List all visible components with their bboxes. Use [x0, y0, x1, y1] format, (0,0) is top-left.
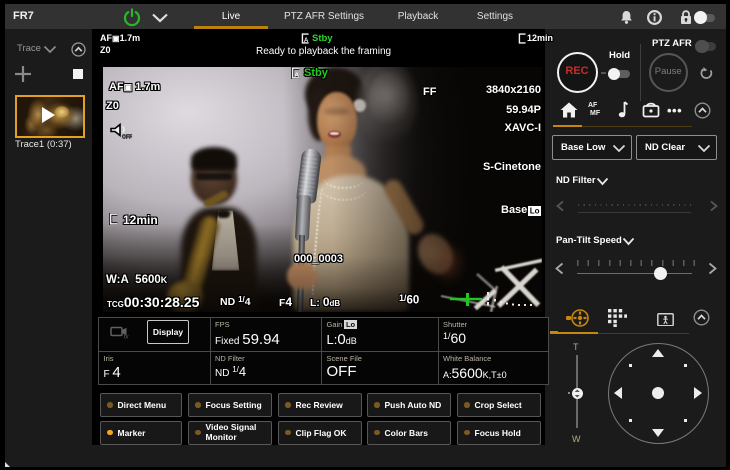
- svg-text:A: A: [294, 72, 299, 79]
- svg-text:OFF: OFF: [122, 135, 132, 141]
- svg-text:fx: fx: [124, 334, 130, 340]
- svg-text:A: A: [304, 37, 309, 44]
